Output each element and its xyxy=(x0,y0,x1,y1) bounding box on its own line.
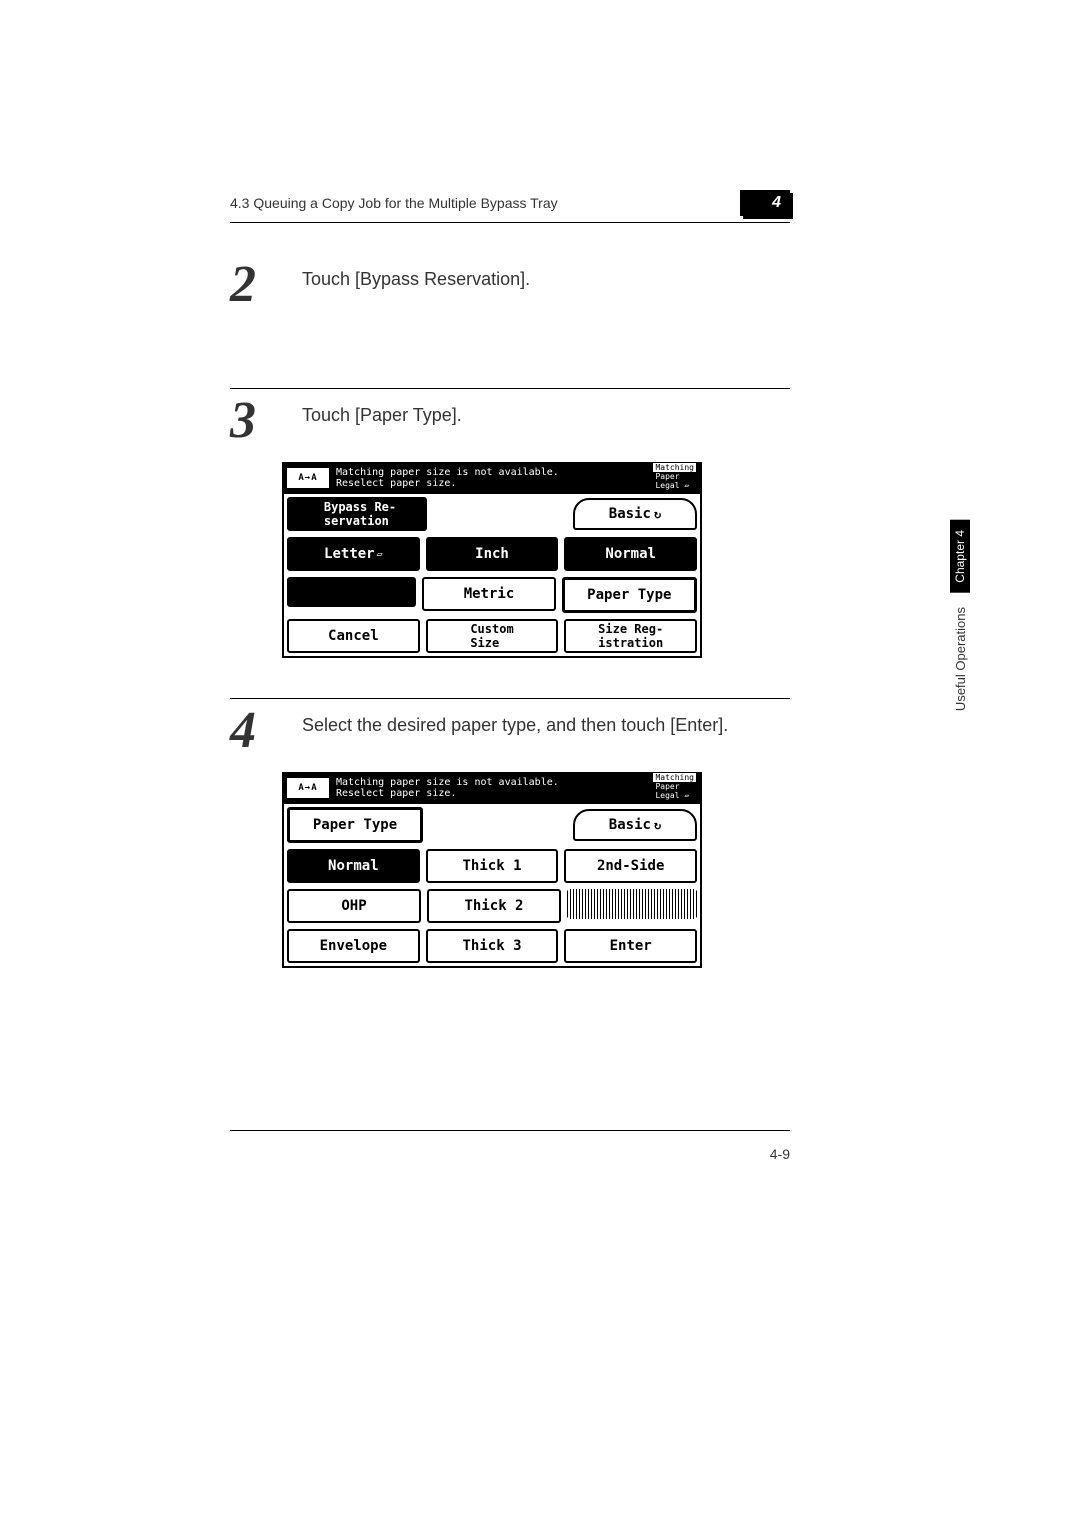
lcd-panel: Paper Type Basic Normal Thick 1 2nd-Side… xyxy=(282,804,702,968)
inch-button[interactable]: Inch xyxy=(426,537,559,571)
screen-title: Bypass Re- servation xyxy=(287,497,427,531)
letter-button[interactable]: Letter xyxy=(287,537,420,571)
step-number: 4 xyxy=(230,705,256,757)
custom-size-button[interactable]: Custom Size xyxy=(426,619,559,653)
section-title: 4.3 Queuing a Copy Job for the Multiple … xyxy=(230,195,558,211)
envelope-button[interactable]: Envelope xyxy=(287,929,420,963)
basic-tab[interactable]: Basic xyxy=(573,809,697,841)
paper-type-button[interactable]: Paper Type xyxy=(562,577,697,613)
normal-button[interactable]: Normal xyxy=(564,537,697,571)
lcd-screen-bypass-reservation: A→A Matching paper size is not available… xyxy=(282,462,702,658)
page-header: 4.3 Queuing a Copy Job for the Multiple … xyxy=(230,190,790,223)
lcd-panel: Bypass Re- servation Basic Letter Inch N… xyxy=(282,494,702,658)
step-number: 3 xyxy=(230,395,256,447)
chapter-number-box: 4 xyxy=(740,190,790,216)
matching-line1: Matching xyxy=(653,773,696,782)
side-chapter-box: Chapter 4 xyxy=(950,520,970,593)
spacer-block xyxy=(287,577,416,607)
step-text: Touch [Paper Type]. xyxy=(302,397,790,444)
footer-rule xyxy=(230,1130,790,1131)
matching-line1: Matching xyxy=(653,463,696,472)
orientation-icon: A→A xyxy=(286,777,330,799)
lcd-screen-paper-type: A→A Matching paper size is not available… xyxy=(282,772,702,968)
disabled-slot xyxy=(567,889,697,919)
matching-paper-indicator: Matching Paper Legal ▱ xyxy=(653,773,696,800)
thick3-button[interactable]: Thick 3 xyxy=(426,929,559,963)
step-3: 3 Touch [Paper Type]. A→A Matching paper… xyxy=(230,388,790,658)
page-content: 4.3 Queuing a Copy Job for the Multiple … xyxy=(230,190,790,968)
status-bar: A→A Matching paper size is not available… xyxy=(282,772,702,804)
status-bar: A→A Matching paper size is not available… xyxy=(282,462,702,494)
step-4: 4 Select the desired paper type, and the… xyxy=(230,698,790,968)
cancel-button[interactable]: Cancel xyxy=(287,619,420,653)
side-section-label: Useful Operations xyxy=(953,607,968,711)
matching-line2: Paper xyxy=(653,782,696,791)
step-2: 2 Touch [Bypass Reservation]. xyxy=(230,253,790,308)
enter-button[interactable]: Enter xyxy=(564,929,697,963)
step-text: Select the desired paper type, and then … xyxy=(302,707,790,754)
matching-paper-indicator: Matching Paper Legal ▱ xyxy=(653,463,696,490)
screen-title: Paper Type xyxy=(287,807,423,843)
matching-line2: Paper xyxy=(653,472,696,481)
thick2-button[interactable]: Thick 2 xyxy=(427,889,561,923)
status-message: Matching paper size is not available. Re… xyxy=(336,777,559,799)
ohp-button[interactable]: OHP xyxy=(287,889,421,923)
page-number: 4-9 xyxy=(770,1146,790,1162)
thick1-button[interactable]: Thick 1 xyxy=(426,849,559,883)
matching-line3: Legal ▱ xyxy=(653,791,696,800)
normal-button[interactable]: Normal xyxy=(287,849,420,883)
matching-line3: Legal ▱ xyxy=(653,481,696,490)
orientation-icon: A→A xyxy=(286,467,330,489)
status-message: Matching paper size is not available. Re… xyxy=(336,467,559,489)
basic-tab[interactable]: Basic xyxy=(573,498,697,530)
metric-button[interactable]: Metric xyxy=(422,577,555,611)
second-side-button[interactable]: 2nd-Side xyxy=(564,849,697,883)
step-number: 2 xyxy=(230,259,256,311)
size-registration-button[interactable]: Size Reg- istration xyxy=(564,619,697,653)
side-label: Chapter 4 Useful Operations xyxy=(950,520,970,711)
step-text: Touch [Bypass Reservation]. xyxy=(302,261,790,308)
